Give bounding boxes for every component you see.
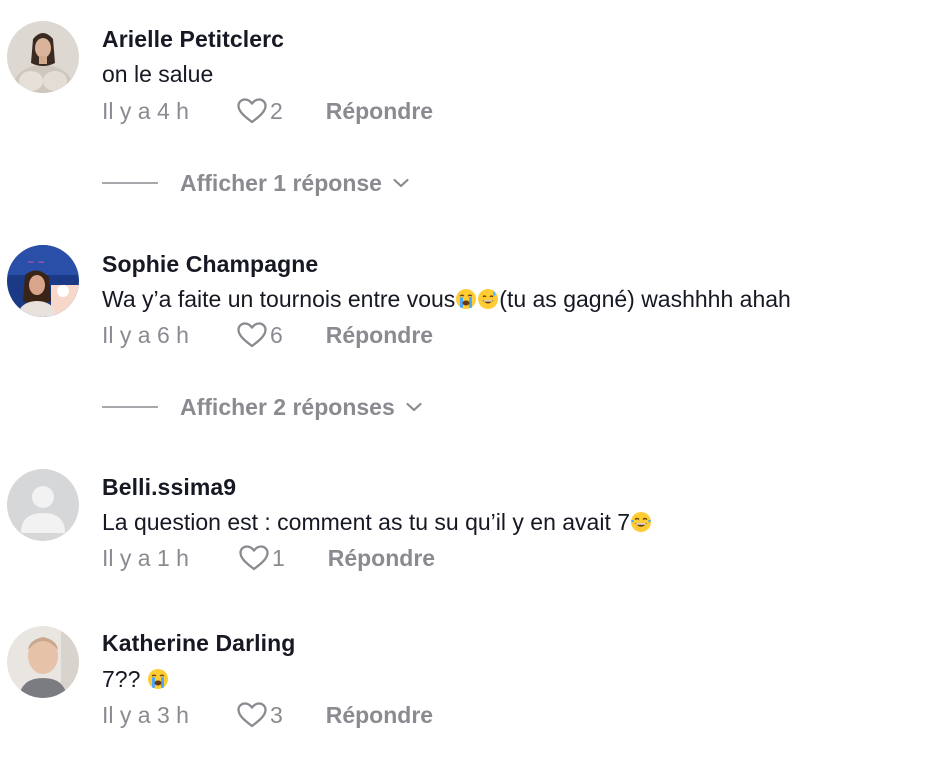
reply-button[interactable]: Répondre (326, 702, 433, 729)
like-button[interactable]: 1 (238, 544, 285, 572)
svg-text:~ ~: ~ ~ (27, 258, 45, 268)
avatar[interactable]: ~ ~ (7, 245, 79, 317)
comment-text-part: Wa y’a faite un tournois entre vous (102, 286, 456, 312)
divider (102, 182, 158, 184)
reply-button[interactable]: Répondre (326, 98, 433, 125)
view-replies-label: Afficher 2 réponses (180, 393, 395, 420)
comment-meta: Il y a 4 h 2 Répondre (102, 96, 433, 126)
view-replies-button[interactable]: Afficher 1 réponse (102, 168, 410, 198)
comment-meta: Il y a 1 h 1 Répondre (102, 543, 435, 573)
like-button[interactable]: 2 (236, 97, 283, 125)
comment-text-part: La question est : comment as tu su qu’il… (102, 509, 631, 535)
heart-outline-icon (237, 98, 267, 124)
divider (102, 406, 158, 408)
chevron-down-icon (406, 402, 422, 412)
comment-text: La question est : comment as tu su qu’il… (102, 509, 652, 536)
grinning-sweat-face-emoji (478, 289, 499, 309)
heart-outline-icon (237, 702, 267, 728)
comment-meta: Il y a 6 h 6 Répondre (102, 320, 433, 350)
default-user-avatar[interactable] (7, 469, 79, 541)
like-count: 6 (269, 321, 283, 348)
comment-meta: Il y a 3 h 3 Répondre (102, 700, 433, 730)
comment-username[interactable]: Sophie Champagne (102, 251, 318, 278)
heart-outline-icon (239, 545, 269, 571)
like-count: 2 (269, 97, 283, 124)
loudly-crying-face-emoji (456, 289, 477, 309)
loudly-crying-face-emoji (147, 669, 168, 689)
comment-username[interactable]: Belli.ssima9 (102, 474, 236, 501)
avatar[interactable] (7, 21, 79, 93)
comment-text: 7?? (102, 666, 169, 693)
reply-button[interactable]: Répondre (328, 545, 435, 572)
like-count: 1 (271, 544, 285, 571)
comment-timestamp: Il y a 3 h (102, 701, 189, 728)
like-count: 3 (269, 701, 283, 728)
heart-outline-icon (237, 322, 267, 348)
comment-timestamp: Il y a 4 h (102, 97, 189, 124)
comment-timestamp: Il y a 6 h (102, 321, 189, 348)
comment-username[interactable]: Katherine Darling (102, 630, 295, 657)
chevron-down-icon (393, 178, 409, 188)
comment-username[interactable]: Arielle Petitclerc (102, 26, 284, 53)
view-replies-button[interactable]: Afficher 2 réponses (102, 392, 423, 422)
like-button[interactable]: 6 (236, 321, 283, 349)
view-replies-label: Afficher 1 réponse (180, 169, 382, 196)
avatar[interactable] (7, 626, 79, 698)
comment-text: Wa y’a faite un tournois entre vous (tu a… (102, 286, 791, 313)
reply-button[interactable]: Répondre (326, 322, 433, 349)
comment-text-part: 7?? (102, 666, 147, 692)
comment-text-part: (tu as gagné) washhhh ahah (499, 286, 791, 312)
tears-of-joy-face-emoji (631, 512, 652, 532)
like-button[interactable]: 3 (236, 701, 283, 729)
comment-text: on le salue (102, 61, 214, 87)
comment-timestamp: Il y a 1 h (102, 544, 189, 571)
